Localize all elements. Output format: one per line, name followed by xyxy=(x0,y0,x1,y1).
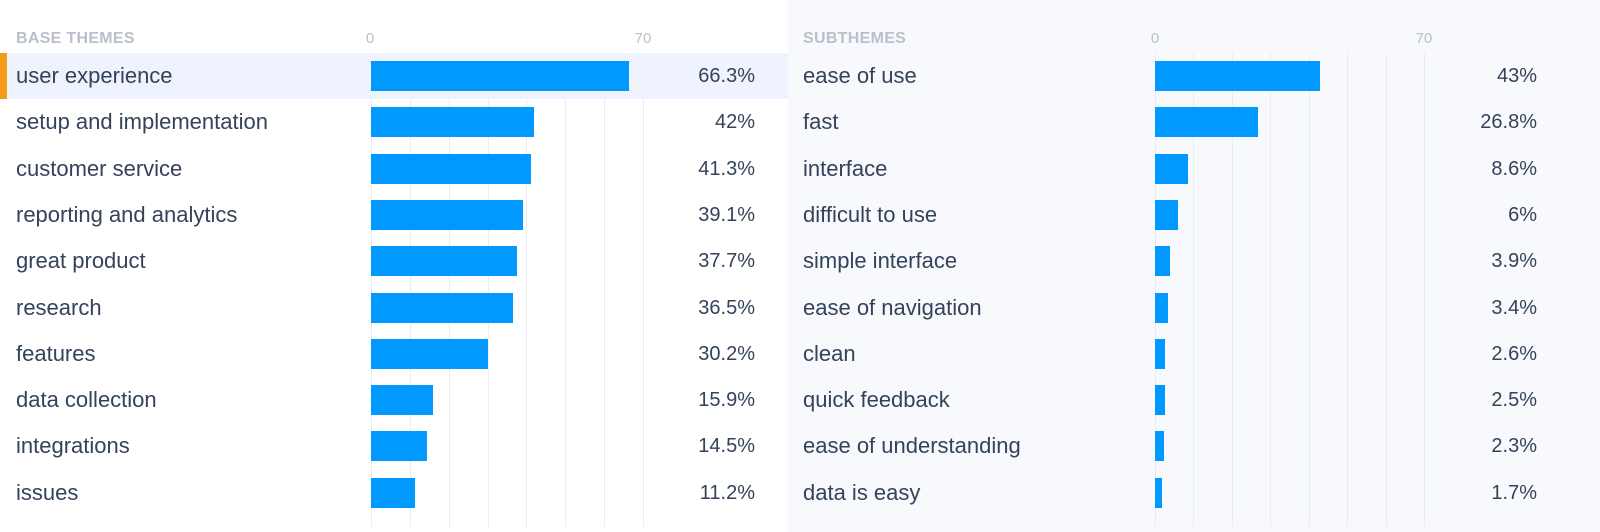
value-label: 30.2% xyxy=(698,342,755,365)
value-label: 39.1% xyxy=(698,203,755,226)
value-label: 8.6% xyxy=(1491,157,1537,180)
theme-label: fast xyxy=(803,109,839,135)
theme-row[interactable]: ease of navigation 3.4% xyxy=(788,285,1600,331)
theme-label: data collection xyxy=(16,387,157,413)
theme-label: interface xyxy=(803,155,888,181)
theme-label: quick feedback xyxy=(803,387,950,413)
bar[interactable] xyxy=(1155,338,1165,369)
theme-row[interactable]: ease of use 43% xyxy=(788,53,1600,99)
theme-row[interactable]: research 36.5% xyxy=(0,285,788,331)
value-label: 37.7% xyxy=(698,250,755,273)
value-label: 6% xyxy=(1508,203,1537,226)
bar[interactable] xyxy=(1155,246,1170,277)
theme-label: ease of understanding xyxy=(803,433,1021,459)
subthemes-panel: SUBTHEMES 0 70 ease of use 43% fast 26.8% in… xyxy=(788,0,1600,532)
base-themes-header: BASE THEMES xyxy=(16,30,135,47)
theme-label: simple interface xyxy=(803,248,958,274)
bar[interactable] xyxy=(371,61,629,91)
theme-label: research xyxy=(16,294,102,320)
bar[interactable] xyxy=(371,477,415,508)
theme-row[interactable]: features 30.2% xyxy=(0,331,788,377)
bar[interactable] xyxy=(371,431,428,462)
bar[interactable] xyxy=(1155,61,1321,91)
bar[interactable] xyxy=(1155,153,1189,184)
value-label: 14.5% xyxy=(698,435,755,458)
theme-row[interactable]: ease of understanding 2.3% xyxy=(788,423,1600,469)
theme-label: issues xyxy=(16,479,79,505)
bar[interactable] xyxy=(371,153,532,184)
theme-row[interactable]: fast 26.8% xyxy=(788,99,1600,145)
theme-row[interactable]: reporting and analytics 39.1% xyxy=(0,192,788,238)
theme-label: customer service xyxy=(16,155,183,181)
theme-label: difficult to use xyxy=(803,201,938,227)
base-themes-panel: BASE THEMES 0 70 user experience 66.3% set… xyxy=(0,0,788,532)
theme-row[interactable]: clean 2.6% xyxy=(788,331,1600,377)
theme-label: clean xyxy=(803,340,856,366)
axis-tick-max: 70 xyxy=(634,30,652,47)
theme-row[interactable]: interface 8.6% xyxy=(788,146,1600,192)
value-label: 26.8% xyxy=(1480,111,1537,134)
value-label: 11.2% xyxy=(699,481,755,504)
value-label: 36.5% xyxy=(698,296,755,319)
value-label: 3.4% xyxy=(1491,296,1537,319)
bar[interactable] xyxy=(371,338,489,369)
axis-tick-min: 0 xyxy=(365,30,375,47)
value-label: 2.3% xyxy=(1491,435,1537,458)
theme-row[interactable]: issues 11.2% xyxy=(0,470,788,516)
bar[interactable] xyxy=(1155,385,1165,416)
theme-row[interactable]: setup and implementation 42% xyxy=(0,99,788,145)
theme-label: data is easy xyxy=(803,479,921,505)
theme-label: great product xyxy=(16,248,146,274)
bar[interactable] xyxy=(1155,292,1169,323)
theme-label: integrations xyxy=(16,433,130,459)
axis-tick-min: 0 xyxy=(1150,30,1160,47)
theme-row[interactable]: user experience 66.3% xyxy=(0,53,788,99)
theme-label: setup and implementation xyxy=(16,109,268,135)
theme-row[interactable]: data collection 15.9% xyxy=(0,377,788,423)
theme-label: ease of use xyxy=(803,63,917,88)
value-label: 15.9% xyxy=(698,389,755,412)
theme-row[interactable]: quick feedback 2.5% xyxy=(788,377,1600,423)
bar[interactable] xyxy=(1155,199,1179,230)
value-label: 2.5% xyxy=(1491,389,1537,412)
bar[interactable] xyxy=(1155,431,1164,462)
selected-marker xyxy=(0,53,7,99)
theme-label: reporting and analytics xyxy=(16,201,238,227)
value-label: 43% xyxy=(1496,65,1537,87)
bar[interactable] xyxy=(371,385,433,416)
theme-row[interactable]: difficult to use 6% xyxy=(788,192,1600,238)
value-label: 1.7% xyxy=(1491,481,1537,504)
theme-label: features xyxy=(16,340,96,366)
axis-tick-max: 70 xyxy=(1415,30,1433,47)
theme-label: user experience xyxy=(16,63,173,88)
bar[interactable] xyxy=(1155,107,1258,138)
theme-row[interactable]: customer service 41.3% xyxy=(0,146,788,192)
value-label: 3.9% xyxy=(1491,250,1537,273)
theme-row[interactable]: great product 37.7% xyxy=(0,238,788,284)
bar[interactable] xyxy=(371,199,523,230)
subthemes-header: SUBTHEMES xyxy=(803,30,907,47)
bar[interactable] xyxy=(371,292,513,323)
bar[interactable] xyxy=(371,107,535,138)
theme-row[interactable]: data is easy 1.7% xyxy=(788,470,1600,516)
theme-row[interactable]: simple interface 3.9% xyxy=(788,238,1600,284)
value-label: 42% xyxy=(714,111,755,134)
bar[interactable] xyxy=(1155,477,1162,508)
value-label: 66.3% xyxy=(698,65,755,87)
theme-row[interactable]: integrations 14.5% xyxy=(0,423,788,469)
theme-label: ease of navigation xyxy=(803,294,982,320)
value-label: 2.6% xyxy=(1491,342,1537,365)
bar[interactable] xyxy=(371,246,518,277)
value-label: 41.3% xyxy=(698,157,755,180)
